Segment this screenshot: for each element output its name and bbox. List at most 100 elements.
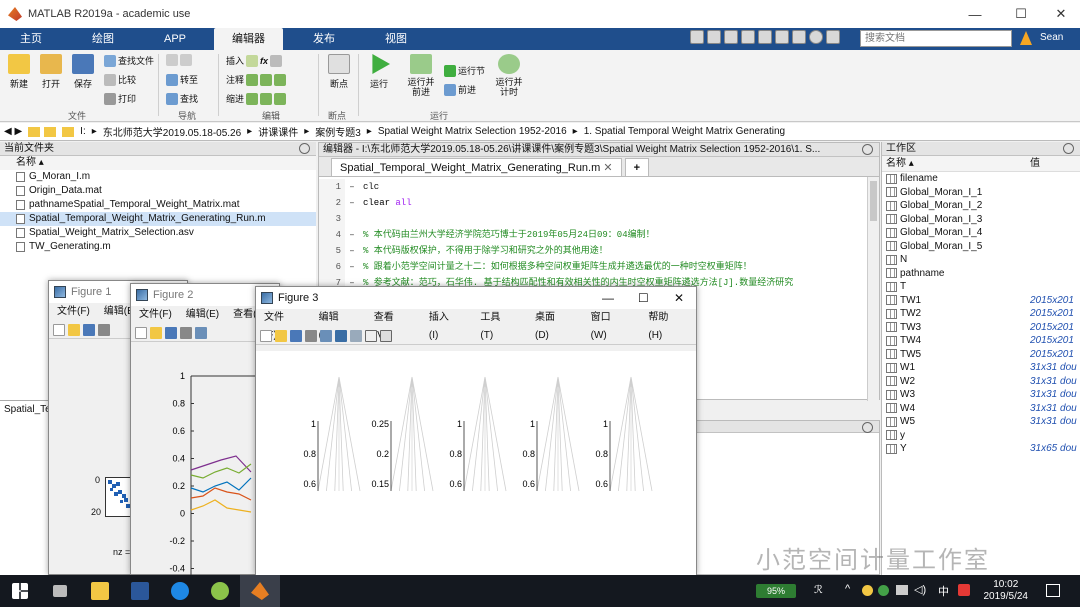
- insert-button[interactable]: 插入 fx: [226, 54, 283, 67]
- nav-back-icon[interactable]: ◀ ▶: [4, 126, 22, 137]
- print-icon[interactable]: [305, 329, 317, 342]
- print-icon[interactable]: [180, 326, 192, 339]
- code-line[interactable]: 5–% 本代码版权保护，不得用于除学习和研究之外的其他用途！: [319, 243, 879, 259]
- tab-view[interactable]: 视图: [365, 28, 427, 50]
- workspace-variable[interactable]: pathname: [882, 267, 1080, 281]
- fig3-menu-item[interactable]: 工具(T): [480, 309, 511, 341]
- save-icon[interactable]: [690, 30, 704, 44]
- fig3-menu-item[interactable]: 文件(F): [264, 309, 295, 341]
- user-account[interactable]: Sean: [1040, 32, 1063, 43]
- workspace-variable[interactable]: T: [882, 280, 1080, 294]
- copy-icon[interactable]: [724, 30, 738, 44]
- run-button[interactable]: 运行: [362, 50, 396, 90]
- workspace-variable[interactable]: Global_Moran_I_1: [882, 186, 1080, 200]
- code-line[interactable]: 2– clear all: [319, 195, 879, 211]
- new-figure-icon[interactable]: [260, 329, 272, 342]
- ws-column-value[interactable]: 值: [1030, 156, 1040, 172]
- tray-display-icon[interactable]: [896, 585, 908, 595]
- tab-editor[interactable]: 编辑器: [214, 28, 283, 50]
- breadcrumb-1[interactable]: 东北师范大学2019.05.18-05.26: [103, 124, 241, 139]
- tray-wechat-icon[interactable]: [878, 585, 889, 596]
- help-icon[interactable]: [809, 30, 823, 44]
- fig3-menu-item[interactable]: 编辑(E): [319, 309, 350, 341]
- search-docs-input[interactable]: 搜索文档: [860, 30, 1012, 47]
- colorbar-icon[interactable]: [335, 329, 347, 342]
- code-line[interactable]: 6–% 跟着小范学空间计量之十二：如何根据多种空间权重矩阵生成并遴选最优的一种时…: [319, 259, 879, 275]
- goto-button[interactable]: 转至: [166, 73, 198, 86]
- fig3-menu-item[interactable]: 插入(I): [429, 309, 457, 341]
- property-editor-icon[interactable]: [380, 329, 392, 342]
- run-advance-button[interactable]: 运行并 前进: [402, 50, 440, 97]
- edge-button[interactable]: [160, 575, 200, 607]
- ws-column-name[interactable]: 名称 ▴: [882, 158, 914, 169]
- open-icon[interactable]: [275, 329, 287, 342]
- file-item[interactable]: Spatial_Temporal_Weight_Matrix_Generatin…: [0, 212, 316, 226]
- fig3-minimize-button[interactable]: —: [602, 287, 614, 309]
- new-figure-icon[interactable]: [53, 323, 65, 336]
- workspace-variable[interactable]: TW2 2015x201: [882, 307, 1080, 321]
- ime-indicator[interactable]: 中: [938, 583, 949, 599]
- workspace-variable[interactable]: W4 31x31 dou: [882, 402, 1080, 416]
- start-button[interactable]: [0, 575, 40, 607]
- workspace-variable[interactable]: TW5 2015x201: [882, 348, 1080, 362]
- fx-icon[interactable]: fx: [260, 56, 268, 66]
- fig2-menu-edit[interactable]: 编辑(E): [186, 306, 219, 324]
- breakpoints-button[interactable]: 断点: [322, 50, 356, 90]
- fig3-menu-item[interactable]: 查看(V): [374, 309, 405, 341]
- breadcrumb-drive[interactable]: I:: [80, 126, 86, 137]
- redo-icon[interactable]: [775, 30, 789, 44]
- network-icon[interactable]: ℛ: [814, 583, 823, 596]
- pane-options-icon[interactable]: [299, 143, 310, 154]
- indent-button[interactable]: 缩进: [226, 92, 287, 105]
- link-icon[interactable]: [195, 326, 207, 339]
- find-files-button[interactable]: 查找文件: [104, 54, 154, 67]
- fig2-menu-file[interactable]: 文件(F): [139, 306, 172, 324]
- options-icon[interactable]: [826, 30, 840, 44]
- app-button[interactable]: [200, 575, 240, 607]
- fig3-menu-item[interactable]: 帮助(H): [648, 309, 680, 341]
- clock[interactable]: 10:02 2019/5/24: [984, 579, 1029, 603]
- file-item[interactable]: G_Moran_I.m: [0, 170, 316, 184]
- fig1-menu-file[interactable]: 文件(F): [57, 303, 90, 321]
- explorer-button[interactable]: [80, 575, 120, 607]
- address-bar[interactable]: ◀ ▶ I: ▸ 东北师范大学2019.05.18-05.26 ▸ 讲课课件 ▸ 案例…: [0, 123, 1080, 141]
- switch-windows-icon[interactable]: [792, 30, 806, 44]
- new-tab-button[interactable]: +: [624, 158, 650, 176]
- file-item[interactable]: TW_Generating.m: [0, 240, 316, 254]
- workspace-variable[interactable]: filename: [882, 172, 1080, 186]
- tab-home[interactable]: 主页: [0, 28, 62, 50]
- action-center-icon[interactable]: [1046, 584, 1060, 597]
- paste-icon[interactable]: [741, 30, 755, 44]
- breadcrumb-4[interactable]: Spatial Weight Matrix Selection 1952-201…: [378, 126, 567, 137]
- breadcrumb-3[interactable]: 案例专题3: [315, 124, 361, 139]
- link-icon[interactable]: [320, 329, 332, 342]
- fig3-maximize-button[interactable]: ☐: [638, 287, 649, 309]
- command-options-icon[interactable]: [862, 422, 873, 433]
- code-line[interactable]: 1– clc: [319, 179, 879, 195]
- matlab-taskbar-button[interactable]: [240, 575, 280, 607]
- workspace-variable[interactable]: y: [882, 429, 1080, 443]
- fig3-menu-item[interactable]: 窗口(W): [591, 309, 625, 341]
- advance-button[interactable]: 前进: [444, 83, 476, 96]
- code-line[interactable]: 4–% 本代码由兰州大学经济学院范巧博士于2019年05月24日09：04编制！: [319, 227, 879, 243]
- pointer-icon[interactable]: [365, 329, 377, 342]
- search-icon[interactable]: ⌕: [1004, 31, 1010, 42]
- browse-folder-icon[interactable]: [44, 126, 57, 137]
- editor-options-icon[interactable]: [862, 144, 873, 155]
- figure-3-window[interactable]: Figure 3 — ☐ ✕ 文件(F) 编辑(E) 查看(V) 插入(I) 工具(T)…: [255, 286, 697, 575]
- open-icon[interactable]: [150, 326, 162, 339]
- column-header-name[interactable]: 名称 ▴: [0, 156, 316, 170]
- new-button[interactable]: 新建: [2, 50, 36, 90]
- save-icon[interactable]: [290, 329, 302, 342]
- minimize-button[interactable]: —: [954, 0, 996, 28]
- save-icon[interactable]: [83, 323, 95, 336]
- legend-icon[interactable]: [350, 329, 362, 342]
- workspace-variable[interactable]: Global_Moran_I_2: [882, 199, 1080, 213]
- open-button[interactable]: 打开: [34, 50, 68, 90]
- battery-indicator[interactable]: 95%: [756, 584, 796, 598]
- open-icon[interactable]: [68, 323, 80, 336]
- up-folder-icon[interactable]: [28, 126, 41, 137]
- workspace-variable[interactable]: TW3 2015x201: [882, 321, 1080, 335]
- file-item[interactable]: Spatial_Weight_Matrix_Selection.asv: [0, 226, 316, 240]
- workspace-variable[interactable]: Global_Moran_I_4: [882, 226, 1080, 240]
